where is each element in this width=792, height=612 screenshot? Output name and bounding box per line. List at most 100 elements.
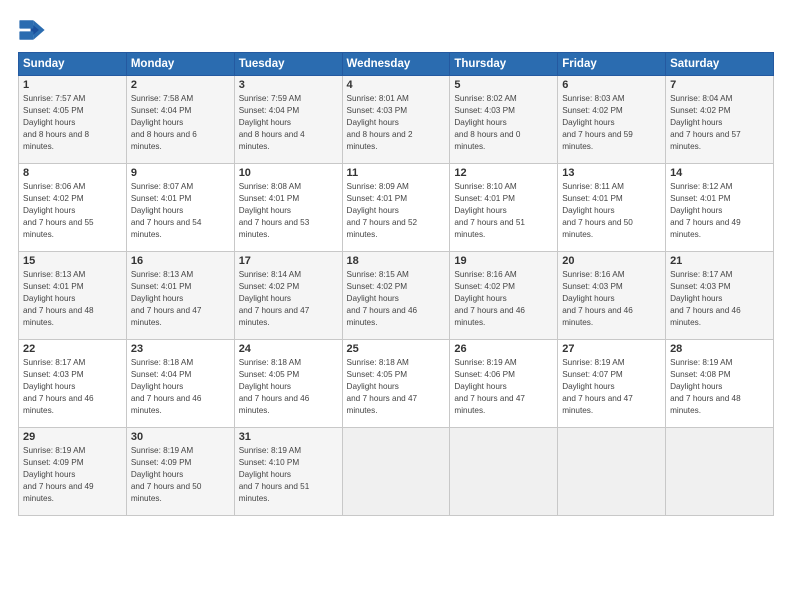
day-number: 4: [347, 79, 446, 91]
calendar-cell: [342, 428, 450, 516]
calendar-week-row: 15 Sunrise: 8:13 AMSunset: 4:01 PMDayligh…: [19, 252, 774, 340]
day-number: 29: [23, 431, 122, 443]
calendar-cell: 19 Sunrise: 8:16 AMSunset: 4:02 PMDayligh…: [450, 252, 558, 340]
calendar-cell: 10 Sunrise: 8:08 AMSunset: 4:01 PMDayligh…: [234, 164, 342, 252]
calendar-week-row: 29 Sunrise: 8:19 AMSunset: 4:09 PMDayligh…: [19, 428, 774, 516]
calendar-cell: 21 Sunrise: 8:17 AMSunset: 4:03 PMDayligh…: [666, 252, 774, 340]
cell-content: Sunrise: 8:17 AMSunset: 4:03 PMDaylight …: [670, 269, 769, 328]
cell-content: Sunrise: 8:04 AMSunset: 4:02 PMDaylight …: [670, 93, 769, 152]
calendar-cell: 30 Sunrise: 8:19 AMSunset: 4:09 PMDayligh…: [126, 428, 234, 516]
calendar-cell: 13 Sunrise: 8:11 AMSunset: 4:01 PMDayligh…: [558, 164, 666, 252]
calendar-week-row: 8 Sunrise: 8:06 AMSunset: 4:02 PMDaylight…: [19, 164, 774, 252]
day-number: 27: [562, 343, 661, 355]
calendar-week-row: 1 Sunrise: 7:57 AMSunset: 4:05 PMDaylight…: [19, 76, 774, 164]
calendar-cell: 25 Sunrise: 8:18 AMSunset: 4:05 PMDayligh…: [342, 340, 450, 428]
day-number: 21: [670, 255, 769, 267]
calendar-cell: 18Sunrise: 8:15 AMSunset: 4:02 PMDayligh…: [342, 252, 450, 340]
day-number: 17: [239, 255, 338, 267]
calendar-cell: 24Sunrise: 8:18 AMSunset: 4:05 PMDayligh…: [234, 340, 342, 428]
day-number: 22: [23, 343, 122, 355]
cell-content: Sunrise: 8:17 AMSunset: 4:03 PMDaylight …: [23, 357, 122, 416]
day-number: 26: [454, 343, 553, 355]
weekday-header: Friday: [558, 53, 666, 76]
calendar-cell: 29 Sunrise: 8:19 AMSunset: 4:09 PMDayligh…: [19, 428, 127, 516]
cell-content: Sunrise: 7:58 AMSunset: 4:04 PMDaylight …: [131, 93, 230, 152]
day-number: 20: [562, 255, 661, 267]
cell-content: Sunrise: 8:19 AMSunset: 4:06 PMDaylight …: [454, 357, 553, 416]
calendar-cell: 8 Sunrise: 8:06 AMSunset: 4:02 PMDaylight…: [19, 164, 127, 252]
calendar-cell: 7Sunrise: 8:04 AMSunset: 4:02 PMDaylight…: [666, 76, 774, 164]
cell-content: Sunrise: 8:19 AMSunset: 4:07 PMDaylight …: [562, 357, 661, 416]
day-number: 12: [454, 167, 553, 179]
cell-content: Sunrise: 8:09 AMSunset: 4:01 PMDaylight …: [347, 181, 446, 240]
calendar-cell: 6 Sunrise: 8:03 AMSunset: 4:02 PMDaylight…: [558, 76, 666, 164]
day-number: 3: [239, 79, 338, 91]
cell-content: Sunrise: 8:13 AMSunset: 4:01 PMDaylight …: [23, 269, 122, 328]
calendar-cell: 4Sunrise: 8:01 AMSunset: 4:03 PMDaylight…: [342, 76, 450, 164]
cell-content: Sunrise: 7:59 AMSunset: 4:04 PMDaylight …: [239, 93, 338, 152]
cell-content: Sunrise: 8:06 AMSunset: 4:02 PMDaylight …: [23, 181, 122, 240]
calendar-cell: 27 Sunrise: 8:19 AMSunset: 4:07 PMDayligh…: [558, 340, 666, 428]
calendar-cell: [666, 428, 774, 516]
calendar-cell: 12Sunrise: 8:10 AMSunset: 4:01 PMDayligh…: [450, 164, 558, 252]
cell-content: Sunrise: 8:18 AMSunset: 4:05 PMDaylight …: [239, 357, 338, 416]
day-number: 6: [562, 79, 661, 91]
day-number: 5: [454, 79, 553, 91]
calendar-cell: 20 Sunrise: 8:16 AMSunset: 4:03 PMDayligh…: [558, 252, 666, 340]
calendar-cell: 9Sunrise: 8:07 AMSunset: 4:01 PMDaylight…: [126, 164, 234, 252]
day-number: 14: [670, 167, 769, 179]
day-number: 15: [23, 255, 122, 267]
day-number: 31: [239, 431, 338, 443]
logo: [18, 16, 50, 44]
calendar-cell: 26 Sunrise: 8:19 AMSunset: 4:06 PMDayligh…: [450, 340, 558, 428]
cell-content: Sunrise: 8:12 AMSunset: 4:01 PMDaylight …: [670, 181, 769, 240]
cell-content: Sunrise: 8:19 AMSunset: 4:08 PMDaylight …: [670, 357, 769, 416]
cell-content: Sunrise: 8:08 AMSunset: 4:01 PMDaylight …: [239, 181, 338, 240]
day-number: 13: [562, 167, 661, 179]
cell-content: Sunrise: 7:57 AMSunset: 4:05 PMDaylight …: [23, 93, 122, 152]
calendar-cell: 2 Sunrise: 7:58 AMSunset: 4:04 PMDaylight…: [126, 76, 234, 164]
day-number: 23: [131, 343, 230, 355]
cell-content: Sunrise: 8:13 AMSunset: 4:01 PMDaylight …: [131, 269, 230, 328]
day-number: 9: [131, 167, 230, 179]
calendar-cell: 22 Sunrise: 8:17 AMSunset: 4:03 PMDayligh…: [19, 340, 127, 428]
calendar-cell: 17Sunrise: 8:14 AMSunset: 4:02 PMDayligh…: [234, 252, 342, 340]
day-number: 8: [23, 167, 122, 179]
day-number: 16: [131, 255, 230, 267]
day-number: 1: [23, 79, 122, 91]
cell-content: Sunrise: 8:18 AMSunset: 4:05 PMDaylight …: [347, 357, 446, 416]
day-number: 2: [131, 79, 230, 91]
calendar-week-row: 22 Sunrise: 8:17 AMSunset: 4:03 PMDayligh…: [19, 340, 774, 428]
day-number: 10: [239, 167, 338, 179]
cell-content: Sunrise: 8:19 AMSunset: 4:10 PMDaylight …: [239, 445, 338, 504]
weekday-header: Thursday: [450, 53, 558, 76]
day-number: 19: [454, 255, 553, 267]
cell-content: Sunrise: 8:11 AMSunset: 4:01 PMDaylight …: [562, 181, 661, 240]
calendar-cell: 28Sunrise: 8:19 AMSunset: 4:08 PMDayligh…: [666, 340, 774, 428]
calendar-cell: 5Sunrise: 8:02 AMSunset: 4:03 PMDaylight…: [450, 76, 558, 164]
cell-content: Sunrise: 8:19 AMSunset: 4:09 PMDaylight …: [131, 445, 230, 504]
calendar-cell: [450, 428, 558, 516]
calendar-cell: 3 Sunrise: 7:59 AMSunset: 4:04 PMDaylight…: [234, 76, 342, 164]
weekday-header: Sunday: [19, 53, 127, 76]
day-number: 25: [347, 343, 446, 355]
day-number: 30: [131, 431, 230, 443]
cell-content: Sunrise: 8:18 AMSunset: 4:04 PMDaylight …: [131, 357, 230, 416]
calendar-cell: 11 Sunrise: 8:09 AMSunset: 4:01 PMDayligh…: [342, 164, 450, 252]
calendar-cell: 31 Sunrise: 8:19 AMSunset: 4:10 PMDayligh…: [234, 428, 342, 516]
calendar-cell: 23 Sunrise: 8:18 AMSunset: 4:04 PMDayligh…: [126, 340, 234, 428]
calendar-cell: 16 Sunrise: 8:13 AMSunset: 4:01 PMDayligh…: [126, 252, 234, 340]
weekday-header: Tuesday: [234, 53, 342, 76]
calendar-cell: 1 Sunrise: 7:57 AMSunset: 4:05 PMDaylight…: [19, 76, 127, 164]
cell-content: Sunrise: 8:16 AMSunset: 4:02 PMDaylight …: [454, 269, 553, 328]
calendar-cell: 15 Sunrise: 8:13 AMSunset: 4:01 PMDayligh…: [19, 252, 127, 340]
cell-content: Sunrise: 8:19 AMSunset: 4:09 PMDaylight …: [23, 445, 122, 504]
cell-content: Sunrise: 8:03 AMSunset: 4:02 PMDaylight …: [562, 93, 661, 152]
calendar-cell: [558, 428, 666, 516]
calendar-cell: 14 Sunrise: 8:12 AMSunset: 4:01 PMDayligh…: [666, 164, 774, 252]
calendar-table: SundayMondayTuesdayWednesdayThursdayFrid…: [18, 52, 774, 516]
day-number: 18: [347, 255, 446, 267]
weekday-header-row: SundayMondayTuesdayWednesdayThursdayFrid…: [19, 53, 774, 76]
cell-content: Sunrise: 8:16 AMSunset: 4:03 PMDaylight …: [562, 269, 661, 328]
day-number: 11: [347, 167, 446, 179]
